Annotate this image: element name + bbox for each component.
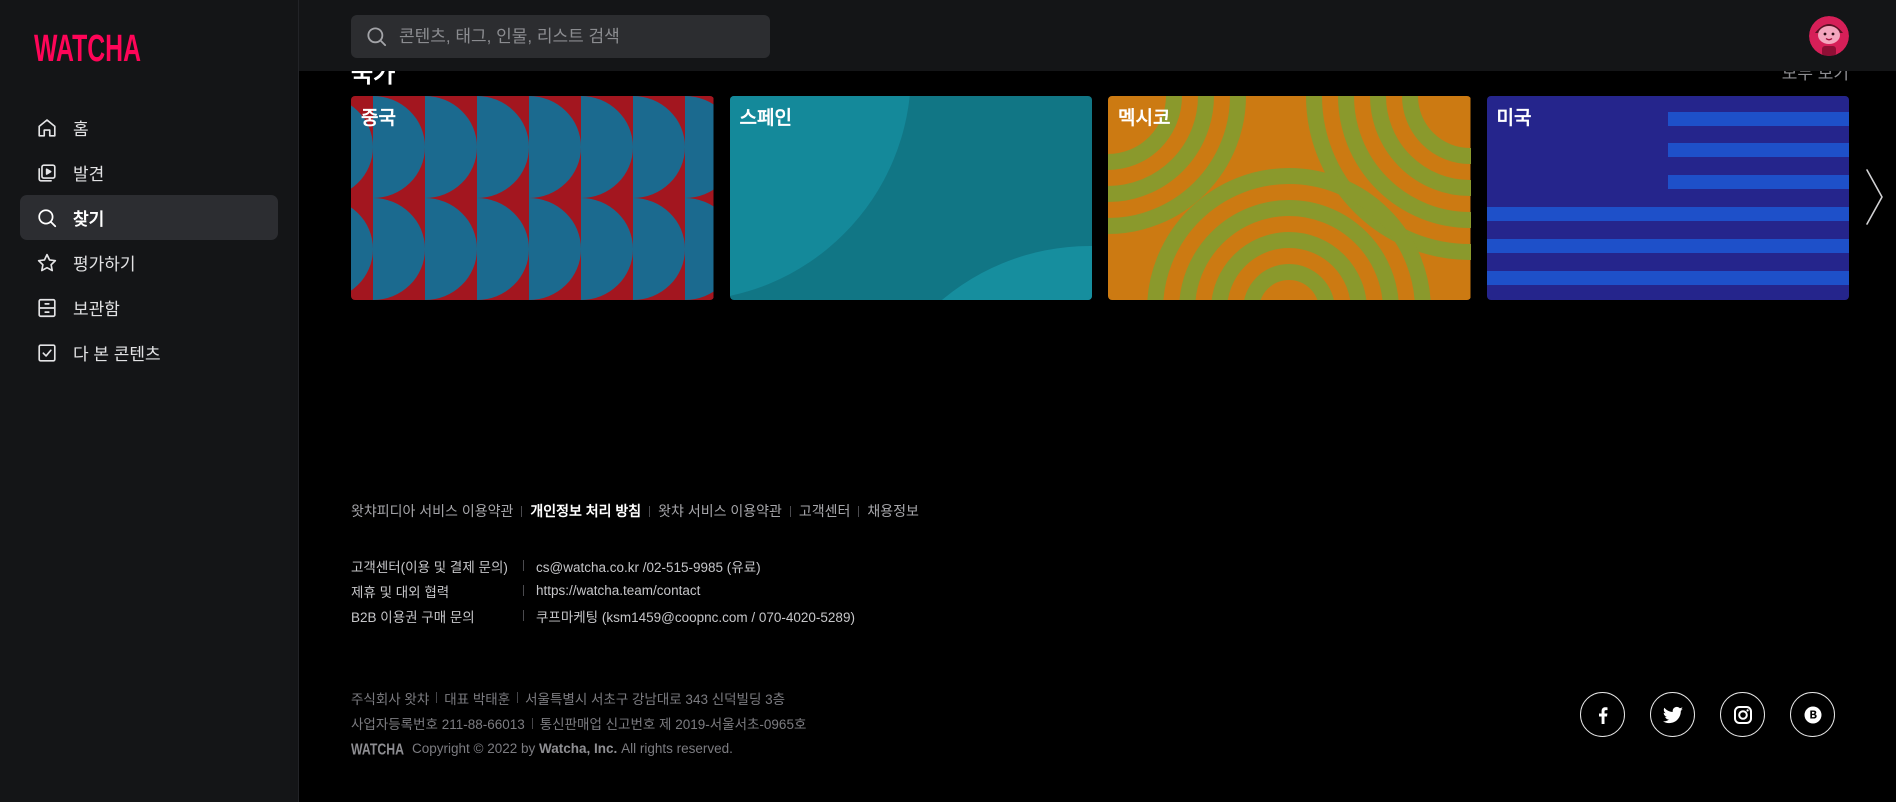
card-art-china: [351, 96, 714, 300]
blog-icon: [1804, 706, 1821, 723]
copyright: WATCHA Copyright © 2022 by Watcha, Inc. …: [351, 736, 806, 762]
contact-row: 제휴 및 대외 협력 https://watcha.team/contact: [351, 578, 855, 603]
contact-row: B2B 이용권 구매 문의 쿠프마케팅 (ksm1459@coopnc.com …: [351, 603, 855, 628]
contact-label: B2B 이용권 구매 문의: [351, 609, 475, 625]
company-name: 주식회사 왓챠: [351, 691, 430, 707]
blog-button[interactable]: [1790, 692, 1835, 737]
company-info-row: 사업자등록번호 211-88-66013 통신판매업 신고번호 제 2019-서…: [351, 711, 806, 737]
logo-text: WATCHA: [34, 31, 141, 65]
copyright-suffix: All rights reserved.: [621, 741, 733, 757]
footer-link-privacy-policy[interactable]: 개인정보 처리 방침: [530, 501, 641, 521]
sidebar-item-label: 다 본 콘텐츠: [73, 345, 161, 364]
contact-row: 고객센터(이용 및 결제 문의) cs@watcha.co.kr /02-515…: [351, 553, 855, 578]
sidebar-item-label: 홈: [73, 120, 89, 139]
country-card-row: 중국 스페인 멕시코 미국: [351, 96, 1849, 300]
sidebar-item-label: 찾기: [73, 210, 105, 229]
contact-value: 쿠프마케팅 (ksm1459@coopnc.com / 070-4020-528…: [536, 609, 855, 625]
footer-logo-text: WATCHA: [351, 741, 404, 757]
card-art-usa: [1486, 96, 1849, 300]
footer-link-customer-center[interactable]: 고객센터: [799, 501, 851, 521]
separator: [517, 692, 519, 704]
sidebar-item-label: 평가하기: [73, 255, 136, 274]
footer-link-watcha-terms[interactable]: 왓챠 서비스 이용약관: [658, 501, 782, 521]
check-square-icon: [36, 342, 58, 364]
card-label: 미국: [1496, 108, 1532, 129]
country-card-mexico[interactable]: 멕시코: [1108, 96, 1471, 300]
country-card-usa[interactable]: 미국: [1486, 96, 1849, 300]
chevron-right-icon[interactable]: [1865, 168, 1885, 226]
footer-watcha-logo: WATCHA: [351, 741, 404, 757]
contact-value[interactable]: https://watcha.team/contact: [536, 583, 700, 598]
contact-value: cs@watcha.co.kr /02-515-9985 (유료): [536, 559, 761, 575]
copyright-prefix: Copyright © 2022 by: [412, 741, 536, 757]
card-label: 스페인: [739, 108, 792, 129]
sidebar-nav: 홈 발견 찾기 평가하기 보관함 다 본 콘텐츠: [20, 105, 278, 375]
search-box[interactable]: [351, 15, 770, 58]
separator: [858, 505, 860, 517]
sidebar: WATCHA 홈 발견 찾기 평가하기 보관함 다 본 콘텐츠: [0, 0, 299, 802]
separator: [523, 585, 524, 596]
sidebar-item-archive[interactable]: 보관함: [20, 285, 278, 330]
country-card-spain[interactable]: 스페인: [729, 96, 1092, 300]
twitter-icon: [1662, 706, 1683, 723]
search-icon: [367, 27, 387, 47]
star-icon: [36, 252, 58, 274]
mail-order-registration-number: 통신판매업 신고번호 제 2019-서울서초-0965호: [539, 717, 807, 733]
separator: [531, 717, 533, 729]
copyright-company: Watcha, Inc.: [539, 741, 618, 757]
separator: [523, 610, 524, 621]
footer-link-watchapedia-terms[interactable]: 왓챠피디아 서비스 이용약관: [351, 501, 513, 521]
avatar-icon[interactable]: [1809, 16, 1849, 56]
watcha-logo[interactable]: WATCHA: [34, 31, 144, 65]
facebook-button[interactable]: [1580, 692, 1625, 737]
sidebar-item-label: 보관함: [73, 300, 120, 319]
instagram-icon: [1733, 705, 1752, 724]
sidebar-item-label: 발견: [73, 165, 105, 184]
footer-links: 왓챠피디아 서비스 이용약관 개인정보 처리 방침 왓챠 서비스 이용약관 고객…: [351, 501, 919, 521]
sidebar-item-rate[interactable]: 평가하기: [20, 240, 278, 285]
facebook-icon: [1598, 706, 1607, 724]
separator: [523, 560, 524, 571]
home-icon: [36, 117, 58, 139]
search-input[interactable]: [399, 15, 759, 58]
company-address: 서울특별시 서초구 강남대로 343 신덕빌딩 3층: [525, 691, 786, 707]
company-info-row: 주식회사 왓챠 대표 박태훈 서울특별시 서초구 강남대로 343 신덕빌딩 3…: [351, 685, 806, 711]
separator: [789, 505, 791, 517]
company-ceo: 대표 박태훈: [444, 691, 511, 707]
twitter-button[interactable]: [1650, 692, 1695, 737]
separator: [521, 505, 523, 517]
footer-link-careers[interactable]: 채용정보: [867, 501, 919, 521]
archive-icon: [36, 297, 58, 319]
contact-label: 고객센터(이용 및 결제 문의): [351, 559, 508, 575]
sidebar-item-home[interactable]: 홈: [20, 105, 278, 150]
social-links: [1580, 692, 1835, 737]
instagram-button[interactable]: [1720, 692, 1765, 737]
sidebar-item-discover[interactable]: 발견: [20, 150, 278, 195]
separator: [649, 505, 651, 517]
sidebar-item-search[interactable]: 찾기: [20, 195, 278, 240]
sidebar-item-watched[interactable]: 다 본 콘텐츠: [20, 330, 278, 375]
top-bar: [299, 0, 1896, 71]
footer-contacts: 고객센터(이용 및 결제 문의) cs@watcha.co.kr /02-515…: [351, 553, 855, 628]
contact-label: 제휴 및 대외 협력: [351, 584, 450, 600]
card-label: 멕시코: [1118, 108, 1171, 129]
search-icon: [36, 207, 58, 229]
company-info: 주식회사 왓챠 대표 박태훈 서울특별시 서초구 강남대로 343 신덕빌딩 3…: [351, 685, 806, 762]
card-label: 중국: [361, 108, 396, 129]
discover-icon: [36, 162, 58, 184]
separator: [436, 692, 438, 704]
country-card-china[interactable]: 중국: [351, 96, 714, 300]
business-registration-number: 사업자등록번호 211-88-66013: [351, 717, 525, 733]
